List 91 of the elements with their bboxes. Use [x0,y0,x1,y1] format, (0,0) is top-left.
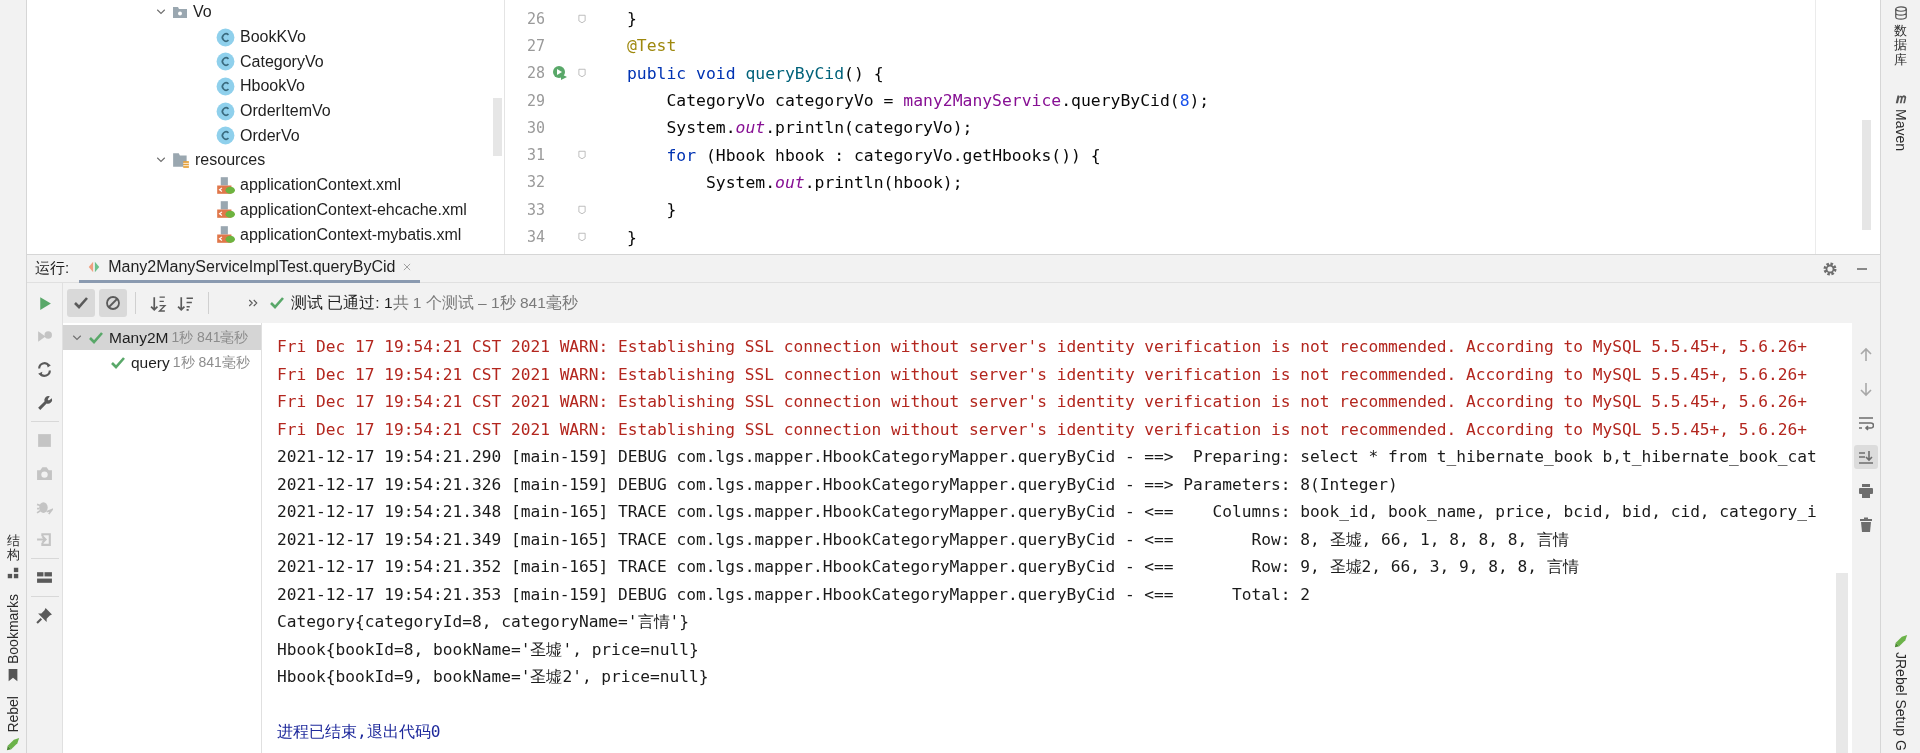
settings-icon[interactable] [1822,260,1838,277]
line-number: 30 [525,118,545,137]
fold-marker-icon[interactable] [577,12,587,25]
code-line: CategoryVo categoryVo = many2ManyService.queryByCid(8); [665,91,1210,111]
tree-item[interactable]: CategoryVo [240,52,324,71]
line-number: 34 [525,228,545,246]
console-line: 2021-12-17 19:54:21.290 [main-159] DEBUG com.lgs.mapper.HbookCategoryMapper.queryByCid - ==> Preparing: select * from t_hibernate_book b,t_hibernate_book_cat [277,446,1818,468]
sort-alphabetical-icon[interactable] [150,294,167,312]
tool-window-button[interactable]: Rebel [6,696,20,751]
tree-item[interactable]: BookKVo [240,28,306,47]
tree-item[interactable]: OrderVo [240,126,300,145]
tool-window-button[interactable]: Bookmarks [6,594,20,683]
run-test-icon[interactable] [552,65,568,82]
line-number: 29 [525,91,545,110]
test-status: 测试 已通过: 1 [291,292,393,313]
console-line: 2021-12-17 19:54:21.348 [main-165] TRACE com.lgs.mapper.HbookCategoryMapper.queryByCid - <== Columns: book_id, book_name, price, bcid, bid, cid, category_i [277,501,1818,523]
console-line: Fri Dec 17 19:54:21 CST 2021 WARN: Establishing SSL connection without server's identity verification is not recommended. According to MySQL 5.5.45+, 5.6.26+ [277,418,1809,441]
fold-marker-icon[interactable] [577,149,587,162]
test-summary: 共 1 个测试 – 1秒 841毫秒 [392,292,578,313]
console-line: 2021-12-17 19:54:21.326 [main-159] DEBUG com.lgs.mapper.HbookCategoryMapper.queryByCid - ==> Parameters: 8(Integer) [277,473,1399,496]
class-icon [216,76,235,96]
console-line: Hbook{bookId=9, bookName='圣墟2', price=null} [277,666,710,688]
down-arrow-icon[interactable] [1858,381,1874,397]
class-icon [216,27,235,47]
fold-marker-icon[interactable] [577,231,587,243]
test-tree-row[interactable]: Many2M 1秒 841毫秒 [63,325,261,350]
tree-item[interactable]: OrderItemVo [240,102,331,121]
bookmark-icon [6,668,20,683]
show-passed-toggle[interactable] [67,289,95,317]
structure-icon [6,566,20,581]
folder-icon [172,151,190,170]
prohibited-icon [105,295,121,311]
database-icon [1893,6,1908,20]
sort-duration-icon[interactable] [177,294,194,312]
class-icon [216,126,235,146]
line-number: 26 [525,9,545,28]
scrollbar-thumb[interactable] [1862,120,1871,230]
code-line: } [665,200,677,220]
tree-item[interactable]: applicationContext-ehcache.xml [240,200,467,219]
line-number: 31 [525,146,545,165]
scroll-to-end-icon[interactable] [1858,449,1874,465]
tree-item[interactable]: Vo [193,3,212,22]
line-number: 28 [525,64,545,83]
up-arrow-icon[interactable] [1858,347,1874,363]
tool-window-button[interactable]: 结构 [6,533,20,581]
fold-marker-icon[interactable] [577,67,587,80]
diamond-icon [87,260,102,274]
line-number: 33 [525,200,545,219]
console-line: 2021-12-17 19:54:21.349 [main-165] TRACE com.lgs.mapper.HbookCategoryMapper.queryByCid - <== Row: 8, 圣墟, 66, 1, 8, 8, 8, 言情 [277,528,1570,551]
console-line: Fri Dec 17 19:54:21 CST 2021 WARN: Establishing SSL connection without server's identity verification is not recommended. According to MySQL 5.5.45+, 5.6.26+ [277,336,1809,358]
console-line: Category{categoryId=8, categoryName='言情'} [277,611,691,633]
check-icon [73,295,89,311]
tool-window-button[interactable]: JRebel Setup G [1893,634,1908,751]
xml-file-icon [216,225,235,245]
run-tab[interactable]: Many2ManyServiceImplTest.queryByCid [79,254,421,283]
xml-file-icon [216,175,235,195]
code-line: for (Hbook hbook : categoryVo.getHbooks()) { [665,145,1101,165]
tool-window-button[interactable]: 数据库 [1893,6,1908,67]
code-line: @Test [627,36,677,56]
scrollbar-thumb[interactable] [493,98,502,156]
console-line: 2021-12-17 19:54:21.353 [main-159] DEBUG com.lgs.mapper.HbookCategoryMapper.queryByCid - <== Total: 2 [277,583,1312,606]
package-icon [172,4,188,21]
console-line: 2021-12-17 19:54:21.352 [main-165] TRACE com.lgs.mapper.HbookCategoryMapper.queryByCid - <== Row: 9, 圣墟2, 66, 3, 9, 8, 8, 言情 [277,556,1580,578]
class-icon [216,52,235,72]
tree-item[interactable]: applicationContext-mybatis.xml [240,225,462,244]
printer-icon[interactable] [1858,483,1874,499]
code-line: } [627,9,637,29]
tool-window-button[interactable]: Maven [1893,90,1908,151]
soft-wrap-icon[interactable] [1858,415,1874,431]
console-line: 进程已结束,退出代码0 [277,721,442,743]
tree-item[interactable]: applicationContext.xml [240,176,401,195]
tree-item[interactable]: HbookVo [240,77,305,96]
fold-marker-icon[interactable] [577,203,587,216]
code-line: System.out.println(categoryVo); [665,118,973,138]
console-line: Hbook{bookId=8, bookName='圣墟', price=null} [277,638,700,661]
class-icon [216,101,235,121]
line-number: 32 [525,173,545,192]
code-line: } [627,227,637,247]
test-tree-row[interactable]: query 1秒 841毫秒 [63,350,261,375]
code-line: System.out.println(hbook); [704,172,963,192]
trash-icon[interactable] [1858,517,1874,533]
console-line: Fri Dec 17 19:54:21 CST 2021 WARN: Establishing SSL connection without server's identity verification is not recommended. According to MySQL 5.5.45+, 5.6.26+ [277,391,1809,413]
panel-title: 运行: [35,259,70,278]
tree-item[interactable]: resources [195,151,266,170]
line-number: 27 [525,36,545,55]
code-line: public void queryByCid() { [627,63,884,83]
xml-file-icon [216,200,235,220]
show-ignored-toggle[interactable] [99,289,127,317]
double-chevron-icon[interactable] [247,297,259,309]
close-icon[interactable] [402,262,413,272]
console-line: Fri Dec 17 19:54:21 CST 2021 WARN: Establishing SSL connection without server's identity verification is not recommended. According to MySQL 5.5.45+, 5.6.26+ [277,363,1809,386]
